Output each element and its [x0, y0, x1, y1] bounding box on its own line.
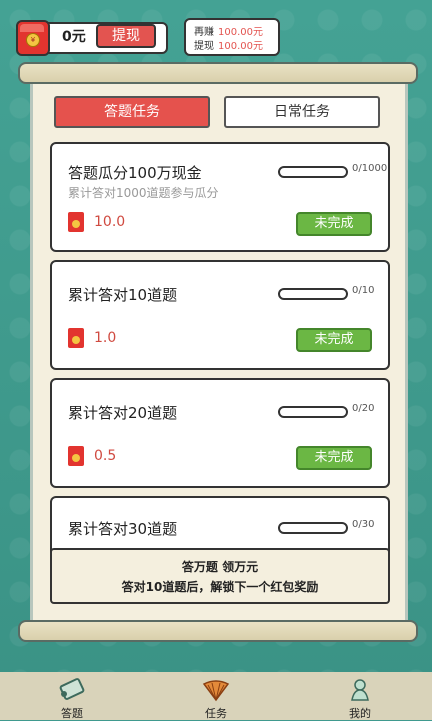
nav-label: 我的 — [349, 707, 371, 720]
notice-row-withdraw: 提现 100.00元 — [194, 37, 263, 52]
wallet-widget: ¥ 0元 提现 — [16, 20, 168, 56]
red-packet-icon: ¥ — [16, 20, 50, 56]
task-card: 累计答对30道题 0/30 — [50, 496, 390, 554]
red-packet-icon — [68, 446, 84, 466]
nav-item-profile[interactable]: 我的 — [320, 672, 400, 720]
red-packet-icon — [68, 212, 84, 232]
unlock-banner: 答万题 领万元 答对10道题后，解锁下一个红包奖励 — [50, 548, 390, 604]
task-title: 累计答对10道题 — [68, 286, 178, 304]
nav-label: 任务 — [205, 707, 227, 720]
bottom-nav: 答题 任务 我的 — [0, 672, 432, 720]
task-progress-text: 0/20 — [352, 403, 375, 414]
task-card: 答题瓜分100万现金 累计答对1000道题参与瓜分 0/1000 10.0 未完… — [50, 142, 390, 252]
scroll-roll-bottom — [18, 620, 418, 642]
red-packet-icon — [68, 328, 84, 348]
task-reward: 0.5 — [94, 448, 117, 464]
coin-icon: ¥ — [26, 33, 40, 47]
task-status-button[interactable]: 未完成 — [296, 212, 372, 236]
task-progress-text: 0/30 — [352, 519, 375, 530]
nav-item-qa[interactable]: 答题 — [32, 672, 112, 720]
withdraw-button[interactable]: 提现 — [96, 24, 156, 48]
tab-qa-tasks[interactable]: 答题任务 — [54, 96, 210, 128]
fan-icon — [202, 680, 230, 702]
task-reward: 10.0 — [94, 214, 126, 230]
task-status-button[interactable]: 未完成 — [296, 446, 372, 470]
task-progress-bar — [278, 522, 348, 534]
task-progress-bar — [278, 166, 348, 178]
notice-row-earn: 再赚 100.00元 — [194, 23, 263, 38]
task-title: 答题瓜分100万现金 — [68, 164, 202, 182]
jade-figure-icon — [351, 679, 369, 701]
task-subtitle: 累计答对1000道题参与瓜分 — [68, 186, 219, 200]
task-progress-text: 0/10 — [352, 285, 375, 296]
notice-withdraw-value: 100.00元 — [218, 41, 263, 52]
nav-item-tasks[interactable]: 任务 — [176, 672, 256, 720]
notice-withdraw-label: 提现 — [194, 41, 214, 52]
red-packet-flap — [20, 24, 44, 32]
banner-headline: 答万题 领万元 — [181, 560, 259, 574]
task-status-button[interactable]: 未完成 — [296, 328, 372, 352]
scroll-icon — [59, 678, 85, 700]
task-progress-text: 0/1000 — [352, 163, 388, 174]
earnings-notice: 再赚 100.00元 提现 100.00元 — [184, 18, 280, 56]
task-progress-bar — [278, 406, 348, 418]
task-reward: 1.0 — [94, 330, 117, 346]
wallet-balance: 0元 — [62, 29, 86, 45]
task-card: 累计答对10道题 0/10 1.0 未完成 — [50, 260, 390, 370]
banner-subline: 答对10道题后，解锁下一个红包奖励 — [121, 580, 319, 594]
nav-label: 答题 — [61, 707, 83, 720]
task-card: 累计答对20道题 0/20 0.5 未完成 — [50, 378, 390, 488]
task-title: 累计答对30道题 — [68, 520, 178, 538]
task-progress-bar — [278, 288, 348, 300]
scroll-roll-top — [18, 62, 418, 84]
task-title: 累计答对20道题 — [68, 404, 178, 422]
tab-daily-tasks[interactable]: 日常任务 — [224, 96, 380, 128]
